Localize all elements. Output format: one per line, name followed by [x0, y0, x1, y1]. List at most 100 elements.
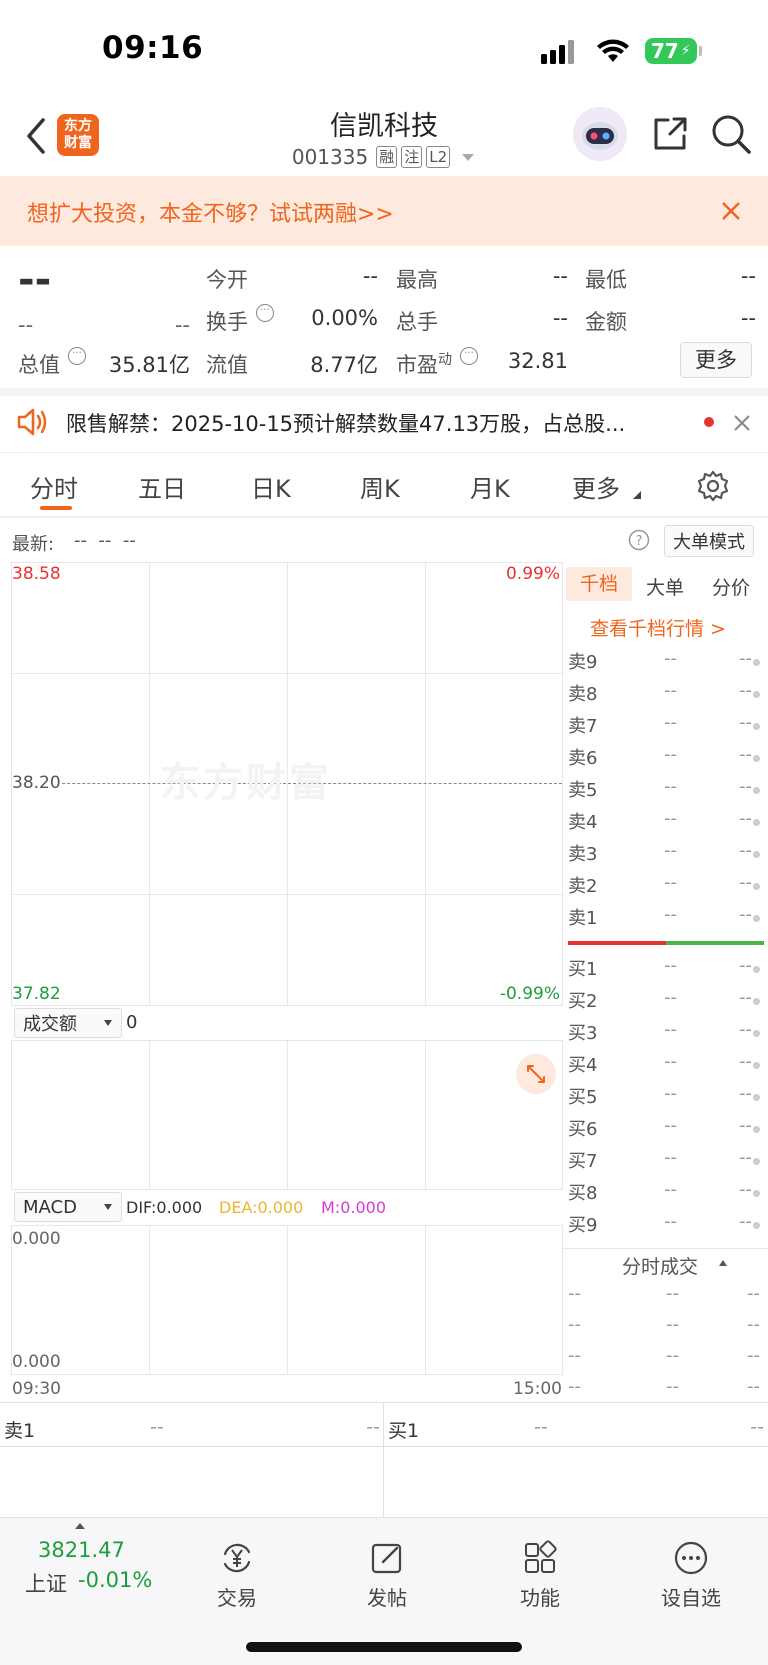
amount-label: 金额: [585, 310, 627, 334]
low-label: 最低: [585, 268, 627, 292]
tab-monthly-k[interactable]: 月K: [470, 469, 510, 504]
sell-row[interactable]: 卖8 -- --: [568, 680, 764, 712]
index-name: 上证: [25, 1572, 67, 1596]
buy-level-label: 买1: [568, 959, 598, 980]
time-end-label: 15:00: [513, 1379, 562, 1399]
buy-volume: --: [739, 1147, 752, 1168]
buy-row[interactable]: 买9 -- --: [568, 1211, 764, 1243]
sell-row[interactable]: 卖4 -- --: [568, 808, 764, 840]
tab-more[interactable]: 更多: [572, 469, 620, 504]
wifi-icon: [597, 39, 629, 62]
info-dots-icon[interactable]: ···: [460, 347, 478, 365]
sell-volume: --: [739, 872, 752, 893]
volume-indicator-selector[interactable]: 成交额: [14, 1008, 122, 1038]
info-dots-icon[interactable]: ···: [256, 304, 274, 322]
buy-row[interactable]: 买7 -- --: [568, 1147, 764, 1179]
info-dots-icon[interactable]: ···: [68, 347, 86, 365]
trade-price: --: [666, 1345, 679, 1366]
expand-icon[interactable]: [516, 1054, 556, 1094]
buy-level-label: 买4: [568, 1055, 598, 1076]
view-thousand-level-link[interactable]: 查看千档行情 >: [590, 614, 726, 641]
open-label: 今开: [206, 268, 248, 292]
nav-add-watchlist[interactable]: 设自选: [646, 1540, 736, 1611]
section-divider: [0, 388, 768, 396]
collapse-triangle-icon[interactable]: [718, 1259, 728, 1267]
sell-level-label: 卖6: [568, 748, 598, 769]
sell-row[interactable]: 卖2 -- --: [568, 872, 764, 904]
promo-banner-text[interactable]: 想扩大投资，本金不够？试试两融>>: [27, 196, 394, 228]
trade-row: -- -- --: [568, 1345, 764, 1377]
index-ticker[interactable]: 3821.47 上证 -0.01%: [10, 1522, 152, 1602]
macd-chart[interactable]: [11, 1225, 563, 1375]
lockup-notice-text[interactable]: 限售解禁：2025-10-15预计解禁数量47.13万股，占总股...: [66, 408, 625, 438]
buy-row[interactable]: 买5 -- --: [568, 1083, 764, 1115]
sell-volume: --: [739, 680, 752, 701]
close-icon[interactable]: [720, 200, 742, 222]
buy-level-label: 买8: [568, 1183, 598, 1204]
tab-big-order[interactable]: 大单: [646, 573, 684, 600]
pe-value: 32.81: [507, 349, 568, 373]
volume-chart[interactable]: [11, 1040, 563, 1190]
sell-volume: --: [739, 840, 752, 861]
trade-price: --: [666, 1376, 679, 1397]
sell-row[interactable]: 卖7 -- --: [568, 712, 764, 744]
divider: [0, 1446, 768, 1447]
volume-value: 0: [126, 1012, 138, 1033]
tab-weekly-k[interactable]: 周K: [360, 469, 400, 504]
dropdown-triangle-icon: [462, 154, 475, 161]
share-icon[interactable]: [650, 114, 690, 154]
trade-time: --: [568, 1314, 581, 1335]
sell-row[interactable]: 卖6 -- --: [568, 744, 764, 776]
close-icon[interactable]: [733, 414, 751, 432]
sell-price: --: [664, 680, 677, 701]
buy-row[interactable]: 买1 -- --: [568, 955, 764, 987]
search-icon[interactable]: [710, 113, 752, 155]
signal-icon: [541, 40, 574, 64]
status-dot: [753, 851, 760, 858]
macd-top-label: 0.000: [12, 1229, 61, 1249]
buy-level-label: 买9: [568, 1215, 598, 1236]
status-dot: [753, 1158, 760, 1165]
tab-daily-k[interactable]: 日K: [251, 469, 291, 504]
more-button[interactable]: 更多: [680, 342, 752, 378]
sell-row[interactable]: 卖5 -- --: [568, 776, 764, 808]
robot-assistant-icon[interactable]: [572, 106, 628, 162]
divider: [0, 516, 768, 518]
tab-price-split[interactable]: 分价: [712, 573, 750, 600]
intraday-trades-title[interactable]: 分时成交: [622, 1252, 698, 1279]
buy-row[interactable]: 买2 -- --: [568, 987, 764, 1019]
tab-intraday[interactable]: 分时: [30, 469, 78, 504]
nav-trade[interactable]: 交易: [192, 1540, 282, 1611]
home-indicator: [246, 1642, 522, 1652]
tab-thousand-level[interactable]: 千档: [566, 567, 632, 601]
settings-gear-icon[interactable]: [696, 469, 730, 503]
price-mid-label: 38.20: [12, 773, 61, 793]
help-icon[interactable]: ?: [628, 529, 650, 551]
buy-level-label: 买2: [568, 991, 598, 1012]
tab-five-day[interactable]: 五日: [138, 469, 186, 504]
macd-indicator-selector[interactable]: MACD: [14, 1192, 122, 1222]
nav-post[interactable]: 发帖: [342, 1540, 432, 1611]
speaker-icon: [17, 408, 47, 436]
nav-functions[interactable]: 功能: [495, 1540, 585, 1611]
more-dots-icon: [674, 1541, 708, 1575]
buy-price: --: [664, 1019, 677, 1040]
registration-tag: 注: [401, 146, 423, 168]
sell-row[interactable]: 卖9 -- --: [568, 648, 764, 680]
status-dot: [753, 883, 760, 890]
buy-row[interactable]: 买4 -- --: [568, 1051, 764, 1083]
compose-icon: [371, 1543, 402, 1574]
sell-volume: --: [739, 712, 752, 733]
divider: [0, 1402, 768, 1403]
sell-price: --: [664, 904, 677, 925]
sell-row[interactable]: 卖3 -- --: [568, 840, 764, 872]
buy-row[interactable]: 买6 -- --: [568, 1115, 764, 1147]
sell-price: --: [664, 808, 677, 829]
buy-row[interactable]: 买8 -- --: [568, 1179, 764, 1211]
macd-selector-label: MACD: [23, 1196, 77, 1218]
big-order-mode-button[interactable]: 大单模式: [664, 525, 754, 557]
sell-row[interactable]: 卖1 -- --: [568, 904, 764, 936]
sell1-price: --: [150, 1416, 164, 1438]
buy-row[interactable]: 买3 -- --: [568, 1019, 764, 1051]
trade-yen-icon: [223, 1543, 251, 1573]
